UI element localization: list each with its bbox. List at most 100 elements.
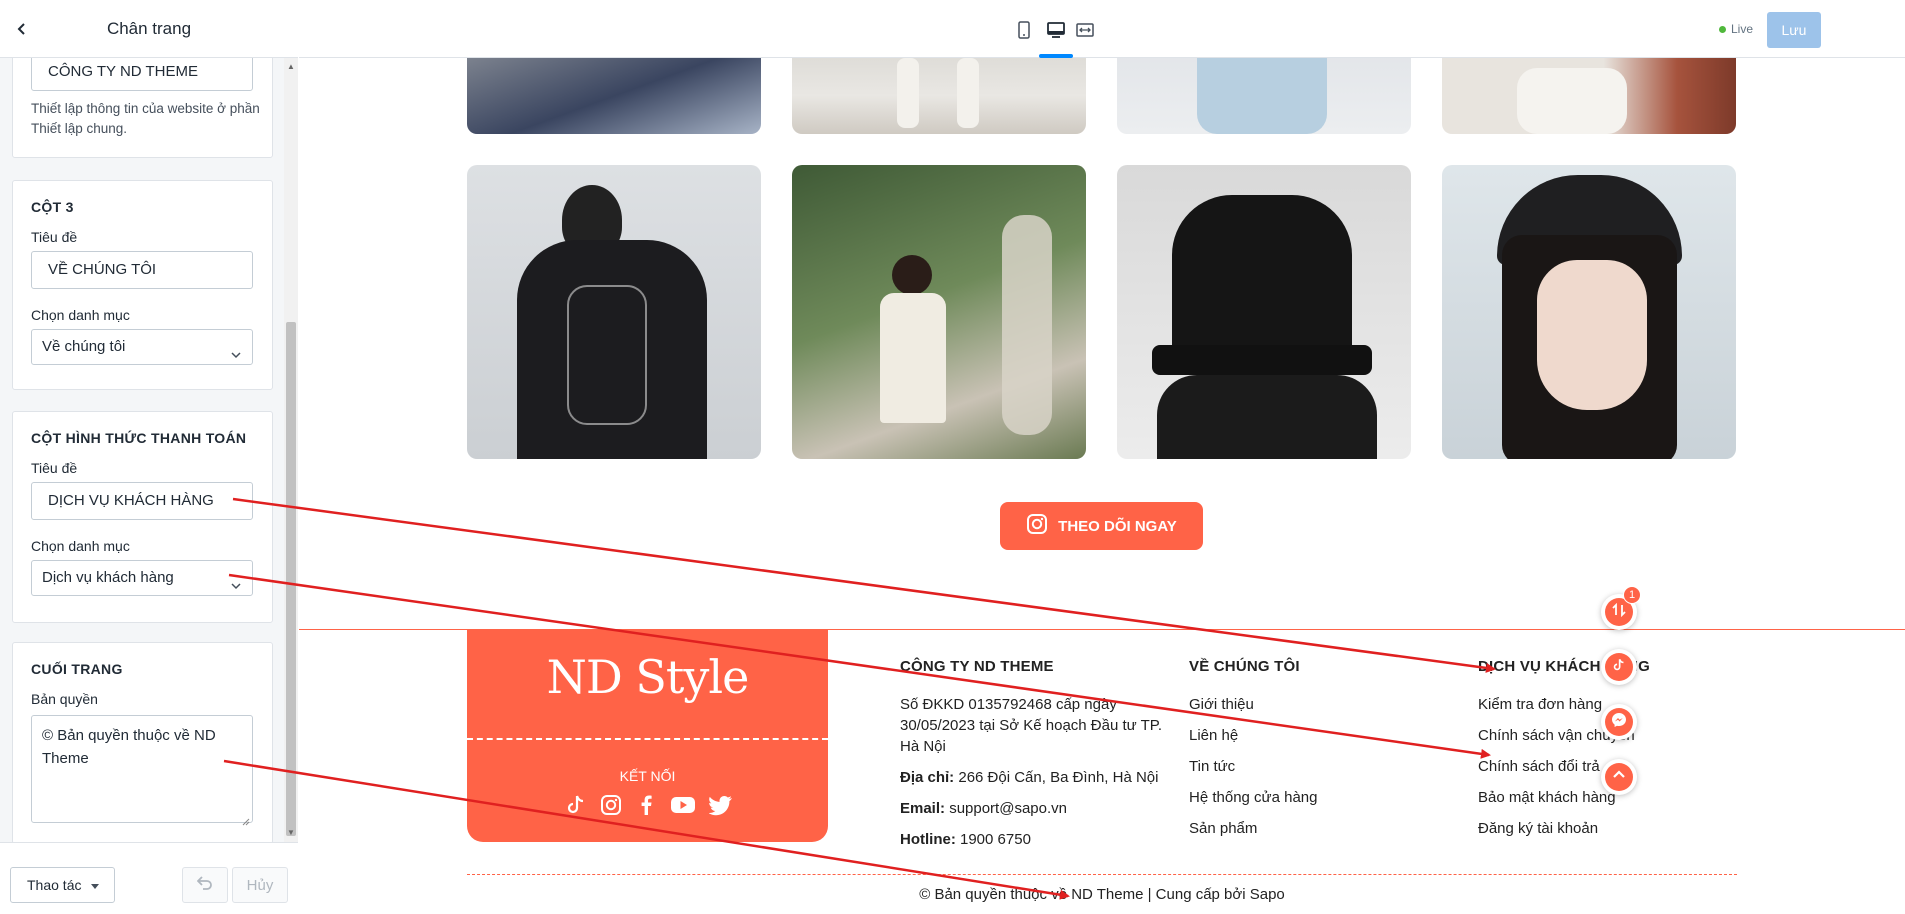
live-dot-icon: [1719, 25, 1726, 33]
follow-now-button[interactable]: THEO DÕI NGAY: [1000, 502, 1203, 550]
address-label: Địa chỉ:: [900, 769, 955, 786]
twitter-icon[interactable]: [709, 794, 733, 816]
gallery-photo-7[interactable]: [1117, 165, 1411, 459]
social-links: [565, 794, 733, 816]
live-status: Live: [1719, 22, 1753, 36]
actions-dropdown-button[interactable]: Thao tác: [10, 867, 115, 903]
chevron-up-icon: [1612, 768, 1626, 787]
resize-grip-icon[interactable]: [240, 810, 250, 826]
payment-category-select[interactable]: Dịch vụ khách hàng: [31, 560, 253, 596]
desktop-icon[interactable]: [1046, 20, 1066, 40]
card-column-2: CÔNG TY ND THEME Thiết lập thông tin của…: [12, 58, 273, 158]
connect-label: KẾT NỐI: [619, 768, 676, 784]
payment-column-heading: CỘT HÌNH THỨC THANH TOÁN: [31, 430, 247, 446]
cancel-button[interactable]: Hủy: [232, 867, 288, 903]
copyright-divider: [467, 874, 1737, 875]
sidebar-title: Chân trang: [106, 18, 192, 38]
column2-title-input[interactable]: CÔNG TY ND THEME: [31, 58, 253, 91]
payment-category-label: Chọn danh mục: [31, 538, 130, 554]
about-column-title: VỀ CHÚNG TÔI: [1189, 658, 1300, 675]
youtube-icon[interactable]: [670, 794, 696, 816]
compare-fab[interactable]: 1: [1601, 586, 1641, 630]
gallery-photo-6[interactable]: [792, 165, 1086, 459]
about-link[interactable]: Giới thiệu: [1189, 696, 1254, 713]
gallery-photo-4[interactable]: [1442, 58, 1736, 134]
messenger-icon: [1611, 712, 1627, 733]
gallery-photo-2[interactable]: [792, 58, 1086, 134]
column3-category-select[interactable]: Về chúng tôi: [31, 329, 253, 365]
fullwidth-icon[interactable]: [1075, 20, 1095, 40]
about-link[interactable]: Sản phẩm: [1189, 820, 1257, 837]
follow-now-label: THEO DÕI NGAY: [1058, 517, 1177, 535]
email-value[interactable]: support@sapo.vn: [949, 800, 1067, 817]
card-bottom: CUỐI TRANG Bản quyền © Bản quyền thuộc v…: [12, 642, 273, 842]
facebook-icon[interactable]: [635, 794, 657, 816]
actions-label: Thao tác: [27, 877, 82, 893]
column3-heading: CỘT 3: [31, 199, 74, 215]
service-link[interactable]: Kiểm tra đơn hàng: [1478, 696, 1602, 713]
chevron-down-icon: [230, 571, 242, 590]
column3-category-label: Chọn danh mục: [31, 307, 130, 323]
copyright-textarea-value: © Bản quyền thuộc về ND Theme: [42, 727, 216, 767]
column2-help-text: Thiết lập thông tin của website ở phần T…: [31, 101, 260, 136]
tiktok-icon: [1612, 658, 1626, 677]
company-column-title: CÔNG TY ND THEME: [900, 658, 1054, 675]
back-arrow-icon[interactable]: [10, 17, 34, 41]
column3-title-label: Tiêu đề: [31, 229, 78, 245]
sidebar-footer: Thao tác Hủy: [0, 842, 298, 914]
service-link[interactable]: Chính sách đổi trả: [1478, 758, 1600, 775]
copyright-label: Bản quyền: [31, 691, 98, 707]
payment-category-value: Dịch vụ khách hàng: [42, 569, 174, 586]
sidebar-scrollbar[interactable]: ▲ ▼: [284, 58, 298, 842]
scroll-up-arrow-icon[interactable]: ▲: [287, 62, 295, 71]
footer-copyright: © Bản quyền thuộc về ND Theme | Cung cấp…: [919, 886, 1285, 903]
address-value: 266 Đội Cấn, Ba Đình, Hà Nội: [958, 769, 1159, 786]
fab-badge: 1: [1623, 586, 1641, 604]
sidebar-scroll-area: CÔNG TY ND THEME Thiết lập thông tin của…: [0, 58, 286, 842]
scroll-down-arrow-icon[interactable]: ▼: [287, 828, 295, 837]
card-payment-column: CỘT HÌNH THỨC THANH TOÁN Tiêu đề DỊCH VỤ…: [12, 411, 273, 623]
bottom-heading: CUỐI TRANG: [31, 661, 123, 677]
instagram-icon[interactable]: [600, 794, 622, 816]
caret-down-icon: [91, 877, 100, 893]
mobile-icon[interactable]: [1014, 20, 1034, 40]
live-label: Live: [1731, 22, 1754, 36]
instagram-icon: [1026, 513, 1048, 539]
gallery-photo-5[interactable]: [467, 165, 761, 459]
company-hotline: Hotline: 1900 6750: [900, 830, 1031, 850]
company-registration: Số ĐKKD 0135792468 cấp ngày 30/05/2023 t…: [900, 696, 1163, 755]
email-label: Email:: [900, 800, 946, 817]
settings-sidebar: Chân trang CÔNG TY ND THEME Thiết lập th…: [0, 0, 298, 914]
gallery-photo-8[interactable]: [1442, 165, 1736, 459]
brand-divider: [467, 738, 828, 740]
service-link[interactable]: Bảo mật khách hàng: [1478, 789, 1616, 806]
tiktok-fab[interactable]: [1601, 649, 1637, 685]
back-to-top-fab[interactable]: [1601, 759, 1637, 795]
column3-title-input[interactable]: VỀ CHÚNG TÔI: [31, 251, 253, 289]
sidebar-header: Chân trang: [0, 0, 298, 58]
gallery-photo-1[interactable]: [467, 58, 761, 134]
save-button[interactable]: Lưu: [1767, 12, 1821, 48]
gallery-photo-3[interactable]: [1117, 58, 1411, 134]
undo-icon: [196, 875, 213, 895]
payment-title-input[interactable]: DỊCH VỤ KHÁCH HÀNG: [31, 482, 253, 520]
theme-preview: THEO DÕI NGAY ND Style KẾT NỐI CÔNG TY N…: [299, 58, 1905, 914]
scrollbar-thumb[interactable]: [286, 322, 296, 836]
footer-brand-box: ND Style KẾT NỐI: [467, 630, 828, 842]
editor-topbar: Live Lưu: [299, 0, 1905, 58]
about-link[interactable]: Hệ thống cửa hàng: [1189, 789, 1317, 806]
about-link[interactable]: Tin tức: [1189, 758, 1235, 775]
service-link[interactable]: Đăng ký tài khoản: [1478, 820, 1598, 837]
company-address: Địa chỉ: 266 Đội Cấn, Ba Đình, Hà Nội: [900, 768, 1158, 788]
column3-category-value: Về chúng tôi: [42, 338, 126, 355]
messenger-fab[interactable]: [1601, 704, 1637, 740]
undo-button[interactable]: [182, 867, 228, 903]
tiktok-icon[interactable]: [565, 794, 587, 816]
about-link[interactable]: Liên hệ: [1189, 727, 1238, 744]
swap-arrows-icon: [1612, 602, 1626, 622]
hotline-label: Hotline:: [900, 831, 956, 848]
hotline-value[interactable]: 1900 6750: [960, 831, 1031, 848]
copyright-textarea[interactable]: © Bản quyền thuộc về ND Theme: [31, 715, 253, 826]
brand-logo[interactable]: ND Style: [467, 650, 828, 704]
chevron-down-icon: [230, 340, 242, 359]
